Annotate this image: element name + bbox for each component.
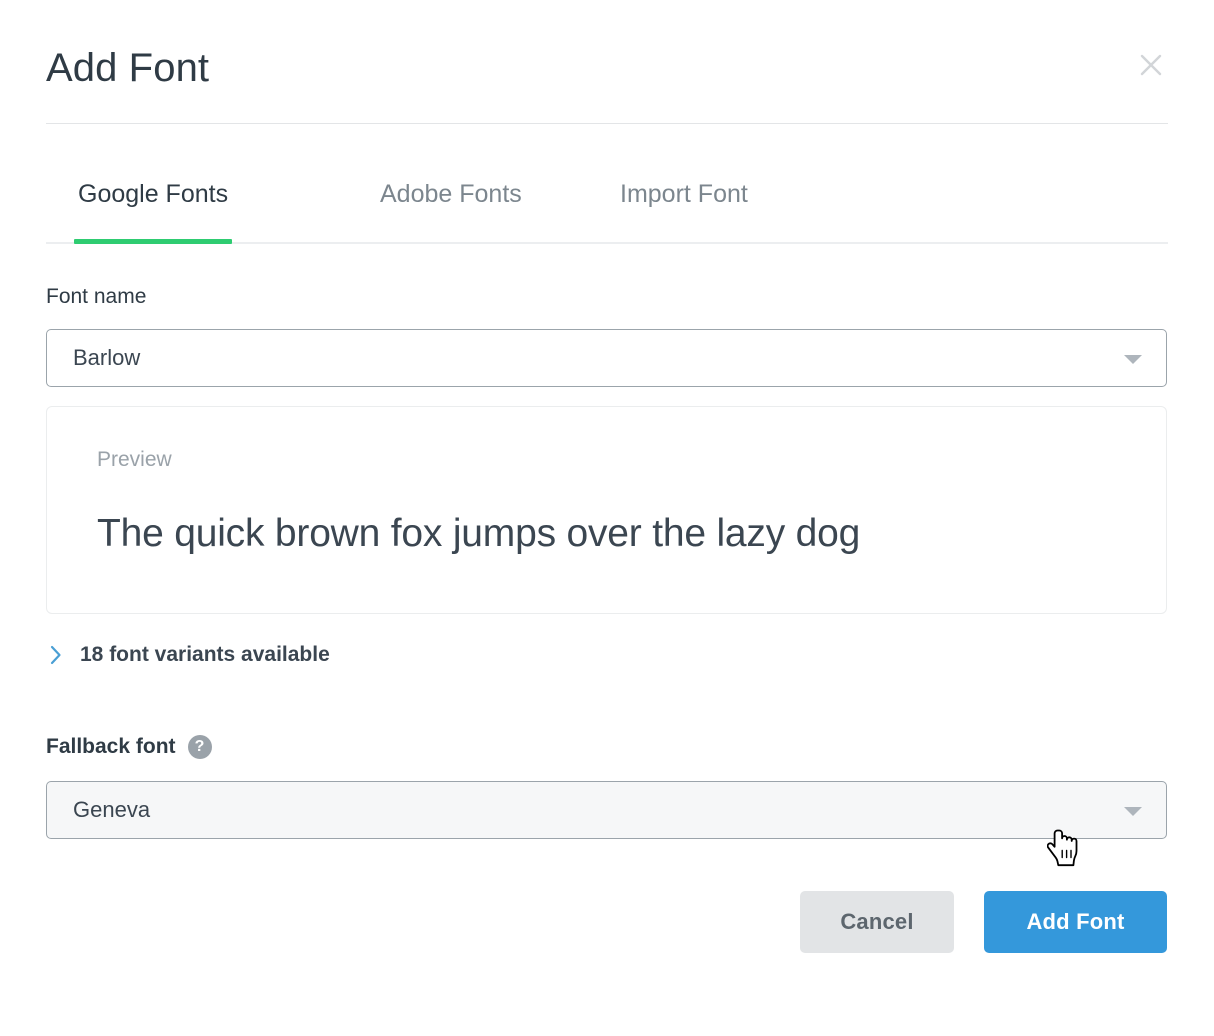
tab-active-indicator [74, 239, 232, 244]
tab-label: Google Fonts [78, 180, 228, 208]
font-name-label: Font name [46, 285, 146, 309]
font-name-value: Barlow [47, 347, 140, 369]
tab-bar: Google Fonts Adobe Fonts Import Font [46, 172, 1168, 244]
tab-import-font[interactable]: Import Font [602, 172, 766, 244]
add-font-dialog: Add Font Google Fonts Adobe Fonts Import… [0, 0, 1214, 1036]
dialog-header: Add Font [46, 40, 1168, 122]
chevron-down-icon [1124, 807, 1142, 816]
preview-sample-text: The quick brown fox jumps over the lazy … [97, 512, 860, 556]
help-icon[interactable]: ? [188, 735, 212, 759]
chevron-right-icon [46, 643, 66, 667]
font-variants-label: 18 font variants available [80, 643, 330, 667]
fallback-font-value: Geneva [47, 799, 150, 821]
font-preview-panel: Preview The quick brown fox jumps over t… [46, 406, 1167, 614]
header-divider [46, 123, 1168, 124]
tab-google-fonts[interactable]: Google Fonts [60, 172, 246, 244]
font-variants-toggle[interactable]: 18 font variants available [46, 638, 330, 672]
close-icon[interactable] [1134, 48, 1168, 82]
preview-label: Preview [97, 448, 172, 472]
font-name-select[interactable]: Barlow [46, 329, 1167, 387]
page-title: Add Font [46, 48, 209, 88]
cancel-button[interactable]: Cancel [800, 891, 954, 953]
fallback-font-select[interactable]: Geneva [46, 781, 1167, 839]
tab-label: Import Font [620, 180, 748, 208]
fallback-font-label: Fallback font ? [46, 735, 212, 759]
add-font-button[interactable]: Add Font [984, 891, 1167, 953]
fallback-font-label-text: Fallback font [46, 735, 176, 759]
chevron-down-icon [1124, 355, 1142, 364]
tab-label: Adobe Fonts [380, 180, 522, 208]
tab-adobe-fonts[interactable]: Adobe Fonts [362, 172, 540, 244]
